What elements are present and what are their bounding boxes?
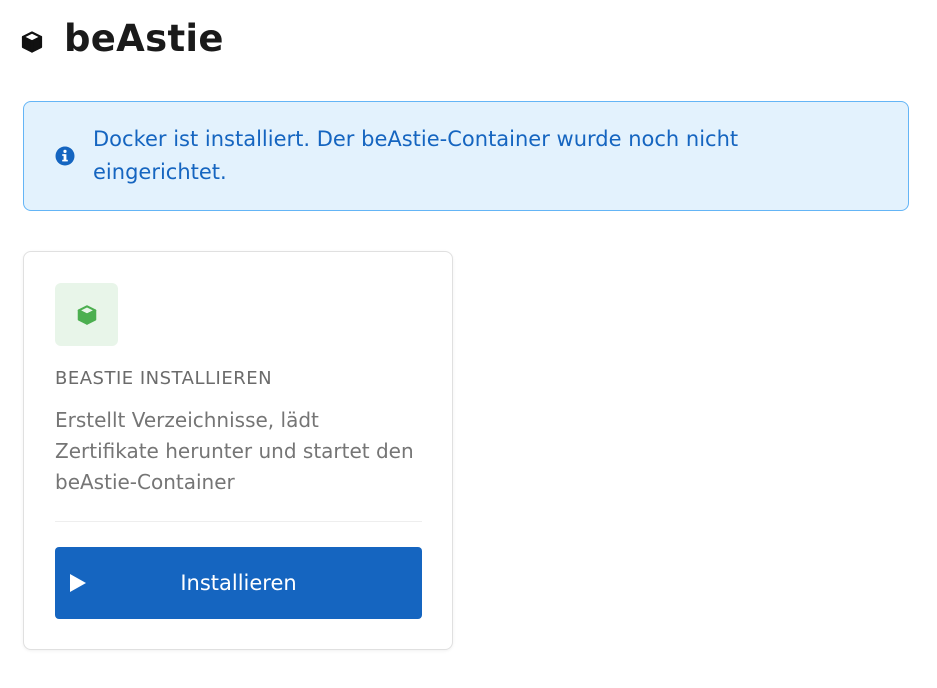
info-circle-icon [55,146,75,166]
page-title: beAstie [64,16,224,60]
card-description: Erstellt Verzeichnisse, lädt Zertifikate… [55,408,414,494]
cube-icon [21,31,43,53]
card-icon-box [55,283,118,346]
install-card: BEASTIE INSTALLIEREN Erstellt Verzeichni… [23,251,453,650]
alert-message: Docker ist installiert. Der beAstie-Cont… [93,127,739,184]
cube-icon [77,304,96,325]
page-header: beAstie [20,12,224,64]
page: beAstie Docker ist installiert. Der beAs… [0,0,937,688]
install-button-label: Installieren [180,571,297,595]
card-title: BEASTIE INSTALLIEREN [55,368,273,389]
card-divider [55,521,422,522]
play-icon [70,574,86,592]
install-button[interactable]: Installieren [55,547,422,619]
info-alert: Docker ist installiert. Der beAstie-Cont… [23,101,909,211]
